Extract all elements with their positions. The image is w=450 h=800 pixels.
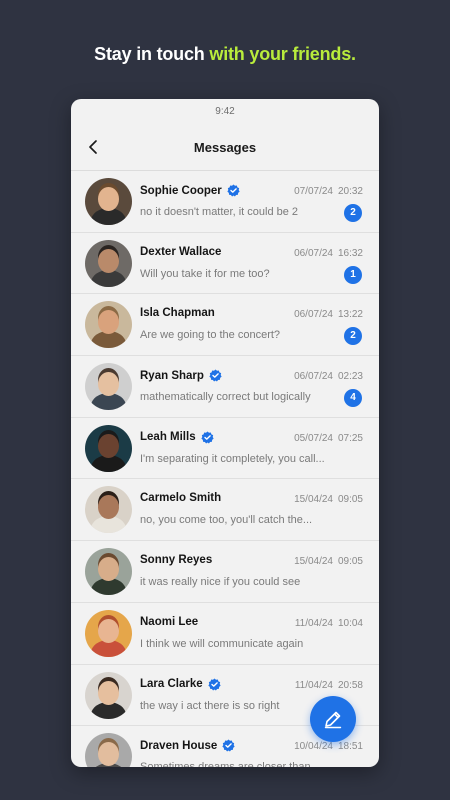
message-preview: I think we will communicate again [140,637,304,650]
contact-name: Carmelo Smith [140,492,222,505]
phone-frame: 9:42 Messages Sophie Cooper 07/07/24 20:32… [71,99,379,767]
avatar [85,548,132,596]
page-title: Messages [193,140,257,155]
message-time: 09:05 [337,494,363,506]
contact-name-wrap: Draven House [140,739,235,752]
contact-name: Isla Chapman [140,307,215,320]
conversation-row[interactable]: Dexter Wallace 06/07/24 16:32 Will you take… [71,233,379,295]
verified-badge-icon [200,431,214,444]
verified-badge-icon [209,369,222,382]
status-time: 9:42 [215,106,235,117]
contact-name-wrap: Leah Mills [140,431,214,444]
message-time: 10:04 [337,617,363,629]
message-time: 20:58 [337,679,363,691]
message-date: 11/04/24 [294,679,333,691]
pencil-edit-icon [324,711,342,729]
conversation-list: Sophie Cooper 07/07/24 20:32 no it doesn't … [71,171,379,767]
message-time: 09:05 [337,556,363,568]
contact-name-wrap: Isla Chapman [140,307,215,319]
conversation-row[interactable]: Sonny Reyes 15/04/24 09:05 it was really ni… [71,541,379,603]
contact-name-wrap: Carmelo Smith [140,492,221,504]
conversation-row[interactable]: Isla Chapman 06/07/24 13:22 Are we going to… [71,294,379,357]
unread-count-badge: 2 [344,327,362,346]
avatar [85,363,132,411]
status-bar: 9:42 [71,99,379,125]
unread-count-badge: 2 [344,204,362,222]
headline: Stay in touch with your friends. [0,44,450,65]
message-date: 06/07/24 [294,371,333,383]
avatar [85,486,132,534]
avatar [85,178,132,225]
contact-name-wrap: Ryan Sharp [140,369,222,382]
message-time: 16:32 [337,247,363,259]
message-time: 07:25 [337,432,363,444]
message-preview: no, you come too, you'll catch the... [140,514,313,527]
conversation-row[interactable]: Leah Mills 05/07/24 07:25 I'm separating it… [71,418,379,480]
unread-count-badge: 4 [344,389,362,408]
message-preview: it was really nice if you could see [140,576,301,589]
avatar [85,239,132,287]
message-preview: I'm separating it completely, you call..… [140,452,325,465]
message-date: 07/07/24 [294,186,333,197]
message-time: 20:32 [337,186,363,197]
message-preview: Sometimes dreams are closer than... [140,761,336,767]
conversation-row[interactable]: Carmelo Smith 15/04/24 09:05 no, you come t… [71,479,379,542]
avatar [85,301,132,349]
verified-badge-icon [208,678,221,691]
contact-name: Ryan Sharp [140,369,204,382]
verified-badge-icon [222,739,235,752]
message-preview: Are we going to the concert? [140,329,281,342]
message-date: 06/07/24 [294,247,333,259]
unread-count-badge: 1 [344,265,362,284]
contact-name: Lara Clarke [140,678,203,690]
conversation-row[interactable]: Naomi Lee 11/04/24 10:04 I think we will co… [71,603,379,665]
contact-name: Leah Mills [140,431,196,444]
contact-name-wrap: Sonny Reyes [140,554,212,566]
avatar [85,733,132,767]
avatar [85,609,132,657]
message-preview: Will you take it for me too? [140,267,270,280]
contact-name-wrap: Sophie Cooper [140,184,240,197]
avatar [85,671,132,719]
conversation-row[interactable]: Ryan Sharp 06/07/24 02:23 mathematically co… [71,356,379,418]
message-date: 11/04/24 [294,617,333,629]
message-preview: the way i act there is so right [140,699,280,712]
headline-text: Stay in touch [94,44,210,64]
message-date: 10/04/24 [294,741,333,753]
contact-name: Dexter Wallace [140,245,222,258]
nav-bar: Messages [71,125,379,171]
verified-badge-icon [227,184,240,197]
message-preview: no it doesn't matter, it could be 2 [140,206,299,218]
contact-name-wrap: Dexter Wallace [140,246,221,258]
avatar [85,424,132,472]
message-time: 18:51 [337,741,363,753]
conversation-row[interactable]: Sophie Cooper 07/07/24 20:32 no it doesn't … [71,171,379,233]
message-date: 15/04/24 [294,556,333,568]
compose-button[interactable] [310,696,356,742]
contact-name: Sonny Reyes [140,554,213,567]
message-date: 05/07/24 [294,432,333,444]
headline-accent-text: with your friends. [209,44,356,64]
contact-name: Draven House [140,739,218,752]
message-date: 15/04/24 [294,494,333,506]
contact-name: Sophie Cooper [140,184,222,197]
message-time: 13:22 [337,309,363,321]
contact-name-wrap: Lara Clarke [140,678,221,691]
contact-name: Naomi Lee [140,615,199,628]
message-time: 02:23 [337,371,363,383]
message-date: 06/07/24 [294,309,333,321]
contact-name-wrap: Naomi Lee [140,616,198,628]
message-preview: mathematically correct but logically [140,391,311,404]
